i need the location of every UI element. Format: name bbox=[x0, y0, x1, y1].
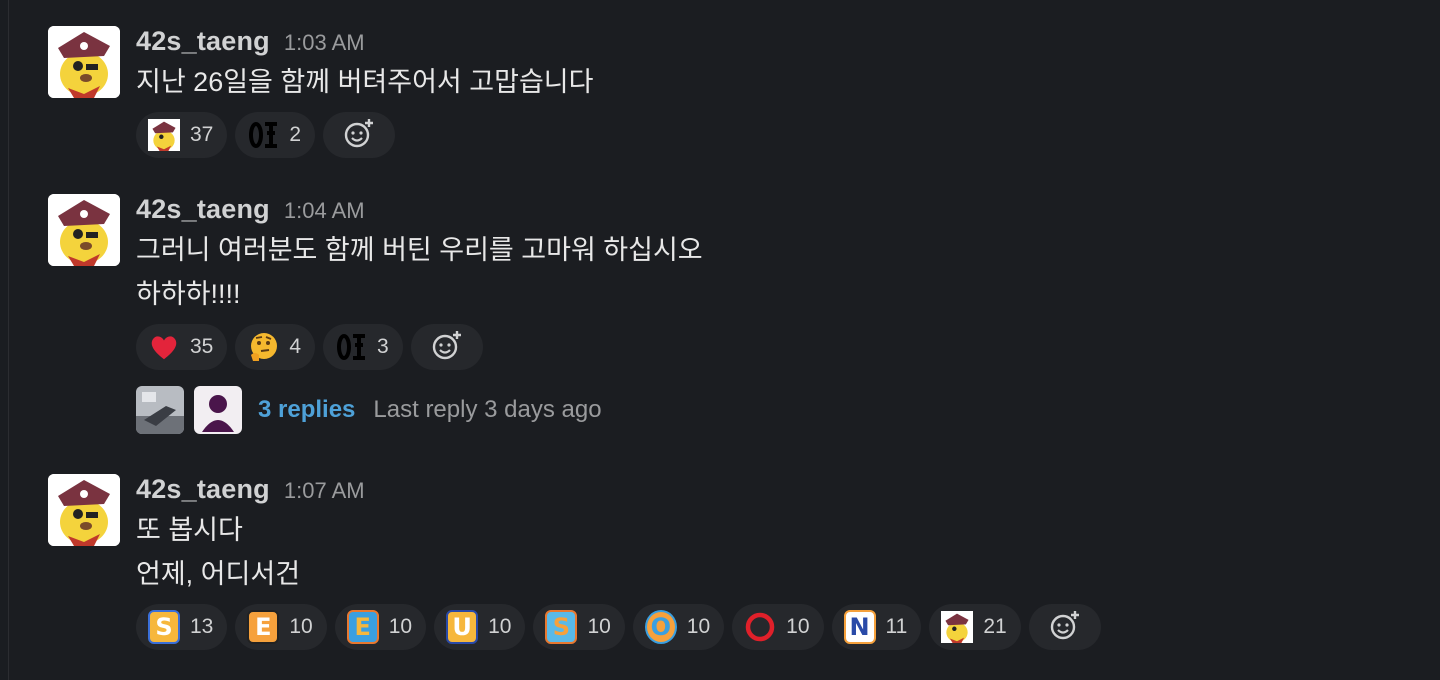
message-text: 언제, 어디서건 bbox=[136, 559, 301, 589]
reaction-ox[interactable]: 2 bbox=[235, 112, 316, 158]
add-reaction-button[interactable] bbox=[410, 324, 483, 370]
reaction-letter-e[interactable]: E 10 bbox=[235, 604, 327, 650]
left-divider bbox=[0, 0, 9, 680]
letter-n-icon: N bbox=[843, 610, 876, 644]
reaction-taeng[interactable]: 37 bbox=[136, 112, 228, 158]
reaction-taeng[interactable]: 21 bbox=[929, 604, 1021, 650]
reaction-count: 37 bbox=[190, 123, 214, 146]
letter-o-icon: O bbox=[644, 610, 677, 644]
avatar[interactable] bbox=[48, 474, 120, 546]
reply-avatar bbox=[194, 386, 242, 434]
reaction-count: 4 bbox=[289, 335, 302, 358]
message-text: 지난 26일을 함께 버텨주어서 고맙습니다 bbox=[136, 67, 594, 97]
timestamp[interactable]: 1:03 AM bbox=[284, 30, 365, 56]
reply-avatar bbox=[136, 386, 184, 434]
reaction-bar: 35 4 3 bbox=[136, 324, 1408, 370]
reaction-bar: 37 2 bbox=[136, 112, 1408, 158]
add-reaction-button[interactable] bbox=[1028, 604, 1101, 650]
reaction-count: 10 bbox=[289, 615, 313, 638]
reaction-count: 13 bbox=[190, 615, 214, 638]
reaction-thinking[interactable]: 4 bbox=[235, 324, 316, 370]
reaction-count: 2 bbox=[289, 123, 302, 146]
letter-u-icon: U bbox=[446, 610, 479, 644]
letter-s-icon: S bbox=[148, 610, 180, 644]
taeng-custom-icon bbox=[941, 611, 974, 643]
add-reaction-button[interactable] bbox=[323, 112, 396, 158]
reaction-letter-o[interactable]: O 10 bbox=[632, 604, 725, 650]
reaction-heart[interactable]: 35 bbox=[136, 324, 228, 370]
ox-custom-icon bbox=[247, 119, 279, 151]
reaction-letter-n[interactable]: N 11 bbox=[831, 604, 922, 650]
reaction-letter-s[interactable]: S 13 bbox=[136, 604, 228, 650]
letter-e-icon: E bbox=[247, 610, 280, 644]
message-text: 또 봅시다 bbox=[136, 515, 243, 545]
reaction-letter-u[interactable]: U 10 bbox=[434, 604, 526, 650]
letter-e-alt-icon: E bbox=[346, 610, 379, 644]
timestamp[interactable]: 1:07 AM bbox=[284, 478, 365, 504]
reaction-red-circle[interactable]: 10 bbox=[732, 604, 824, 650]
add-emoji-icon bbox=[1049, 609, 1081, 646]
author-name[interactable]: 42s_taeng bbox=[136, 194, 270, 225]
red-circle-icon bbox=[744, 611, 776, 643]
message-text: 그러니 여러분도 함께 버틴 우리를 고마워 하십시오 bbox=[136, 235, 703, 265]
author-name[interactable]: 42s_taeng bbox=[136, 26, 270, 57]
reaction-bar: S 13 E 10 E 10 U 10 S 10 O 10 10 N 11 21 bbox=[136, 604, 1408, 650]
thinking-face-icon bbox=[247, 331, 279, 363]
reaction-ox[interactable]: 3 bbox=[323, 324, 403, 370]
taeng-custom-icon bbox=[148, 119, 180, 151]
thread-last-reply: Last reply 3 days ago bbox=[373, 396, 602, 423]
thread-summary[interactable]: 3 replies Last reply 3 days ago bbox=[136, 386, 1408, 434]
reaction-count: 35 bbox=[190, 335, 214, 358]
reaction-count: 10 bbox=[388, 615, 413, 638]
reaction-letter-s-alt[interactable]: S 10 bbox=[533, 604, 625, 650]
author-name[interactable]: 42s_taeng bbox=[136, 474, 270, 505]
thread-replies-link[interactable]: 3 replies bbox=[258, 396, 355, 424]
reaction-count: 21 bbox=[983, 615, 1007, 638]
message-text: 하하하!!!! bbox=[136, 279, 241, 309]
reaction-count: 10 bbox=[686, 615, 711, 638]
reaction-count: 11 bbox=[885, 615, 908, 638]
reaction-count: 10 bbox=[488, 615, 512, 638]
reaction-letter-e-alt[interactable]: E 10 bbox=[334, 604, 427, 650]
avatar[interactable] bbox=[48, 26, 120, 98]
ox-custom-icon bbox=[335, 331, 367, 363]
reaction-count: 10 bbox=[786, 615, 810, 638]
add-emoji-icon bbox=[431, 329, 463, 366]
letter-s-alt-icon: S bbox=[545, 610, 578, 644]
timestamp[interactable]: 1:04 AM bbox=[284, 198, 365, 224]
add-emoji-icon bbox=[343, 117, 375, 154]
heart-icon bbox=[148, 331, 180, 363]
avatar[interactable] bbox=[48, 194, 120, 266]
reaction-count: 3 bbox=[377, 335, 389, 358]
reaction-count: 10 bbox=[587, 615, 611, 638]
